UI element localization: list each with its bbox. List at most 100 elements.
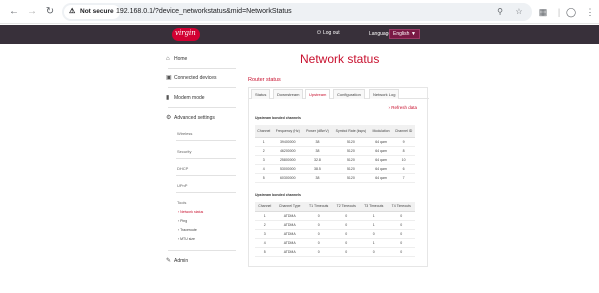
- table-cell: 32.8: [303, 155, 332, 165]
- tool-network-status[interactable]: › Network status: [178, 210, 203, 214]
- sidebar-sub-security[interactable]: Security: [177, 149, 191, 154]
- tab-status[interactable]: Status: [251, 89, 271, 99]
- sidebar-sub-dhcp[interactable]: DHCP: [177, 166, 188, 171]
- tab-downstream[interactable]: Downstream: [273, 89, 304, 99]
- search-icon[interactable]: ⚲: [494, 6, 506, 18]
- table-cell: 0: [332, 211, 360, 221]
- divider: [176, 158, 236, 159]
- table-cell: 0: [304, 211, 333, 221]
- security-chip[interactable]: ⚠ Not secure: [64, 5, 120, 19]
- table-cell: 4: [255, 238, 275, 248]
- url-text[interactable]: 192.168.0.1/?device_networkstatus&mid=Ne…: [116, 3, 292, 21]
- menu-icon[interactable]: ⋮: [584, 6, 596, 18]
- table-cell: ATDMA: [274, 220, 305, 230]
- tool-ping[interactable]: › Ping: [178, 219, 187, 223]
- table-cell: 1: [359, 238, 388, 248]
- address-bar[interactable]: ⚠ Not secure 192.168.0.1/?device_network…: [62, 3, 532, 21]
- table-row: 5 ATDMA 0 0 0 0: [255, 247, 415, 257]
- language-select[interactable]: English ▼: [389, 29, 420, 39]
- table-row: 1 39400000 38 5120 64 qam 9: [255, 137, 415, 147]
- table-cell: 38: [303, 137, 332, 147]
- table-row: 4 ATDMA 0 0 1 0: [255, 238, 415, 248]
- browser-toolbar: ← → ↻ ⚠ Not secure 192.168.0.1/?device_n…: [0, 0, 599, 24]
- table-cell: 0: [387, 247, 415, 257]
- table-row: 5 60300000 38 5120 64 qam 7: [255, 173, 415, 183]
- table-cell: 6: [392, 164, 415, 174]
- sidebar-sub-wireless[interactable]: Wireless: [177, 131, 192, 136]
- table-cell: 0: [359, 247, 388, 257]
- table-cell: 38: [303, 173, 332, 183]
- table-cell: ATDMA: [274, 238, 305, 248]
- table-header-row: Channel Channel Type T1 Timeouts T2 Time…: [255, 202, 415, 212]
- col-header: T3 Timeouts: [359, 202, 388, 212]
- brand-logo[interactable]: virgin: [172, 28, 200, 41]
- forward-icon[interactable]: →: [26, 6, 38, 18]
- table-cell: 5120: [331, 155, 370, 165]
- logout-icon: ⏻: [317, 30, 321, 36]
- modem-icon: ▮: [166, 95, 170, 101]
- sidebar-item-home[interactable]: ⌂ Home: [166, 53, 187, 65]
- security-label: Not secure: [80, 8, 114, 15]
- table-cell: 3: [255, 155, 273, 165]
- table-cell: 5120: [331, 137, 370, 147]
- sidebar-item-admin[interactable]: ✎ Admin: [166, 255, 188, 267]
- table-cell: 9: [392, 137, 415, 147]
- upstream-channels-table: Channel Frequency (Hz) Power (dBmV) Symb…: [255, 125, 415, 183]
- refresh-button[interactable]: › Refresh data: [388, 105, 417, 110]
- tool-mtu-size[interactable]: › MTU size: [178, 237, 195, 241]
- tool-traceroute[interactable]: › Traceroute: [178, 228, 197, 232]
- table-cell: 10: [392, 155, 415, 165]
- table-row: 1 ATDMA 0 0 1 0: [255, 211, 415, 221]
- table-row: 2 ATDMA 0 0 1 0: [255, 220, 415, 230]
- table-row: 2 46200000 38 5120 64 qam 8: [255, 146, 415, 156]
- table-cell: 2: [255, 146, 273, 156]
- table-cell: 5120: [331, 173, 370, 183]
- col-header: Symbol Rate (ksps): [331, 125, 370, 138]
- devices-icon: ▣: [166, 75, 172, 81]
- table-cell: 5120: [331, 164, 370, 174]
- table-cell: 64 qam: [369, 155, 393, 165]
- sidebar-sub-tools[interactable]: Tools: [177, 200, 186, 205]
- table-cell: 5120: [331, 146, 370, 156]
- table-cell: 38.5: [303, 164, 332, 174]
- table-cell: 8: [392, 146, 415, 156]
- table-cell: 0: [359, 229, 388, 239]
- router-header: virgin ⏻ Log out Language: English ▼: [0, 25, 599, 44]
- divider: [176, 192, 236, 193]
- table-cell: 0: [387, 211, 415, 221]
- logout-link[interactable]: ⏻ Log out: [317, 30, 340, 36]
- sidebar-item-modem-mode[interactable]: ▮ Modem mode: [166, 92, 205, 104]
- tab-upstream[interactable]: Upstream: [305, 89, 331, 99]
- section-title: Router status: [248, 77, 281, 83]
- table-cell: 1: [255, 211, 275, 221]
- table-cell: 5: [255, 247, 275, 257]
- col-header: Power (dBmV): [303, 125, 332, 138]
- table-cell: 0: [332, 220, 360, 230]
- sidebar-item-advanced-settings[interactable]: ⚙ Advanced settings: [166, 112, 215, 124]
- table-cell: 3: [255, 229, 275, 239]
- tab-network-log[interactable]: Network Log: [369, 89, 400, 99]
- table-cell: 7: [392, 173, 415, 183]
- sidebar-sub-upnp[interactable]: UPnP: [177, 183, 187, 188]
- table-cell: 0: [304, 220, 333, 230]
- table-cell: ATDMA: [274, 229, 305, 239]
- col-header: T1 Timeouts: [304, 202, 333, 212]
- toolbar-divider: |: [557, 7, 561, 17]
- profile-icon[interactable]: ◯: [565, 6, 577, 18]
- table-cell: 64 qam: [369, 137, 393, 147]
- back-icon[interactable]: ←: [8, 6, 20, 18]
- gear-icon: ⚙: [166, 115, 172, 121]
- page-title: Network status: [300, 52, 380, 66]
- star-icon[interactable]: ☆: [513, 6, 525, 18]
- extensions-icon[interactable]: ▦: [537, 6, 549, 18]
- col-header: Channel: [255, 125, 273, 138]
- tab-configuration[interactable]: Configuration: [333, 89, 365, 99]
- reload-icon[interactable]: ↻: [44, 6, 56, 18]
- table-cell: 60300000: [272, 173, 304, 183]
- col-header: Channel Type: [274, 202, 305, 212]
- table-cell: 0: [332, 238, 360, 248]
- table-cell: 0: [304, 229, 333, 239]
- col-header: T2 Timeouts: [332, 202, 360, 212]
- sidebar-item-connected-devices[interactable]: ▣ Connected devices: [166, 72, 217, 84]
- col-header: Modulation: [369, 125, 393, 138]
